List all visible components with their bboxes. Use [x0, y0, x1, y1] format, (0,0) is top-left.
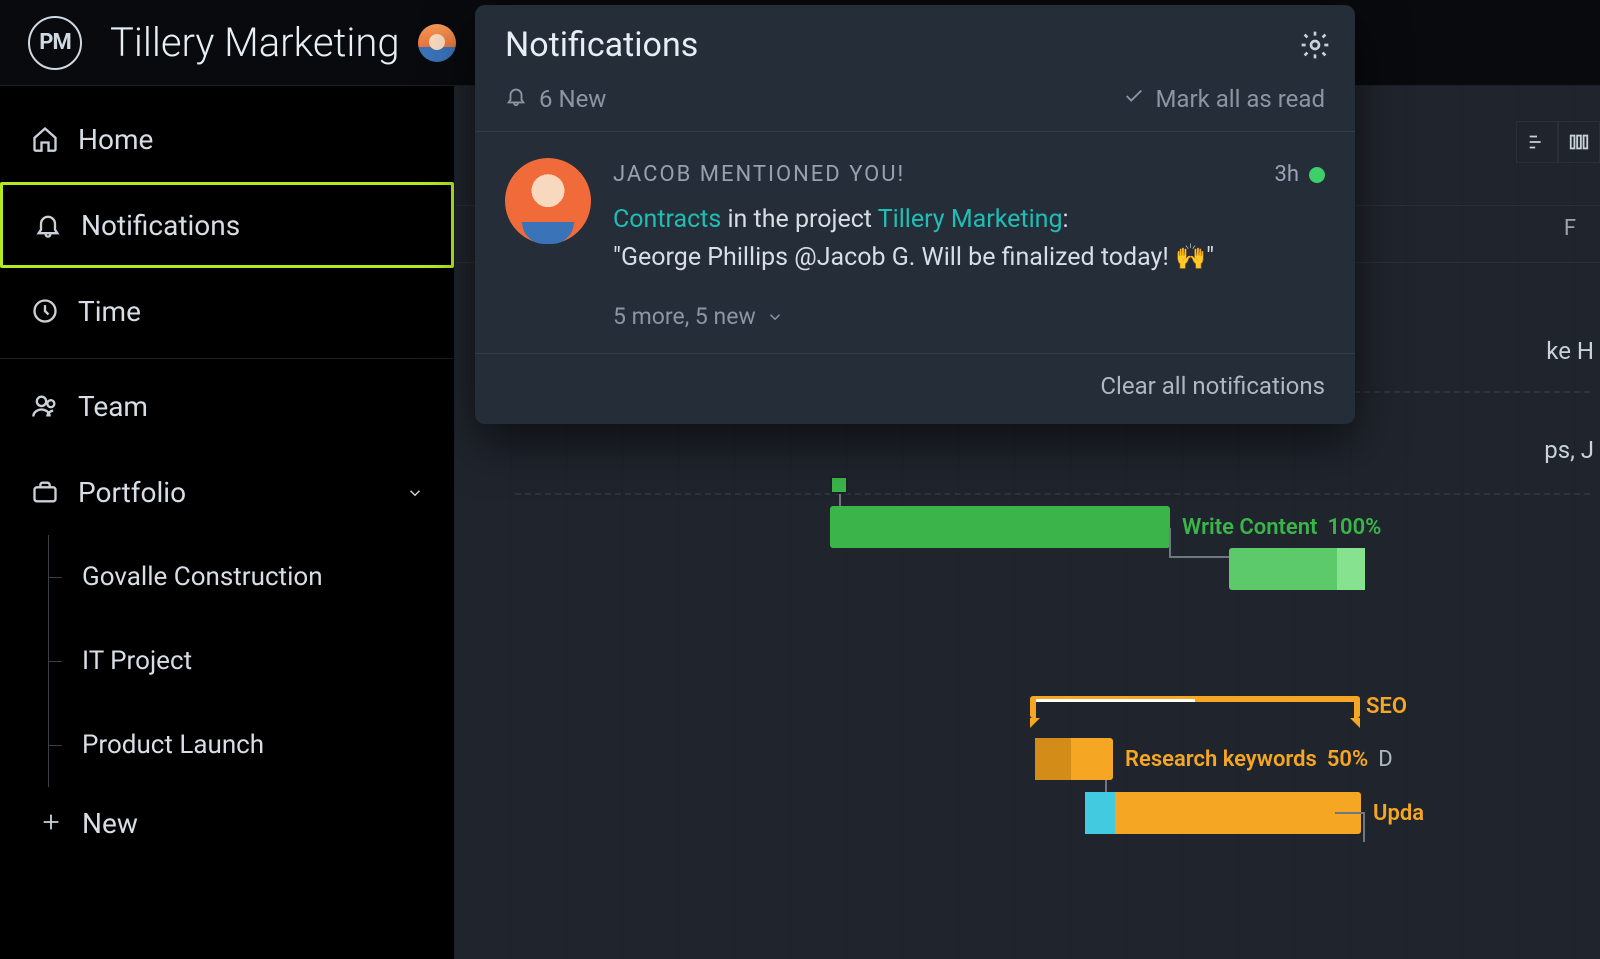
gantt-bar-update[interactable]: Upda [1085, 792, 1361, 834]
gantt-view-icon[interactable] [1516, 121, 1558, 163]
mark-all-read-button[interactable]: Mark all as read [1123, 85, 1325, 113]
nav-portfolio-label: Portfolio [78, 476, 186, 509]
nav-home-label: Home [78, 123, 153, 156]
notifications-header: Notifications [475, 5, 1355, 75]
clear-all-button[interactable]: Clear all notifications [475, 354, 1355, 424]
gantt-row-text: ke H [1546, 337, 1594, 365]
portfolio-subtree: Govalle Construction IT Project Product … [0, 535, 454, 787]
gantt-connector [1335, 812, 1365, 814]
nav-new-label: New [82, 807, 138, 840]
nav-time[interactable]: Time [0, 268, 454, 354]
portfolio-item-it[interactable]: IT Project [48, 619, 454, 703]
nav-home[interactable]: Home [0, 96, 454, 182]
team-icon [30, 391, 60, 421]
gantt-bar-write-content-group[interactable]: Write Content100% [830, 506, 1170, 548]
gantt-connector [1169, 528, 1171, 556]
notification-text: Contracts in the project Tillery Marketi… [613, 201, 1325, 239]
notification-task-link[interactable]: Contracts [613, 205, 721, 234]
bell-small-icon [505, 85, 527, 113]
milestone-marker[interactable] [830, 476, 848, 494]
portfolio-item-govalle[interactable]: Govalle Construction [48, 535, 454, 619]
portfolio-item-label: Govalle Construction [82, 562, 323, 592]
nav-team-label: Team [78, 390, 148, 423]
timeline-view-icon[interactable] [1558, 121, 1600, 163]
new-count-label: 6 New [539, 85, 606, 113]
nav-new[interactable]: New [0, 787, 454, 859]
plus-icon [40, 807, 62, 840]
gantt-connector [1363, 812, 1365, 842]
gantt-row-guide [515, 493, 1590, 507]
project-title: Tillery Marketing [110, 19, 400, 66]
assignee-avatar-small[interactable] [418, 24, 456, 62]
clock-icon [30, 296, 60, 326]
view-switch [1516, 121, 1600, 163]
notifications-subheader: 6 New Mark all as read [475, 75, 1355, 132]
home-icon [30, 124, 60, 154]
unread-dot-icon [1309, 167, 1325, 183]
gantt-bar-label: Upda [1361, 801, 1424, 826]
sidebar: Home Notifications Time Team Portf [0, 86, 455, 959]
nav-notifications-label: Notifications [81, 209, 240, 242]
gantt-bar-label: Research keywords50%D [1113, 747, 1393, 772]
bell-icon [33, 210, 63, 240]
mark-all-label: Mark all as read [1155, 85, 1325, 113]
notification-project-link[interactable]: Tillery Marketing [878, 205, 1063, 234]
notification-avatar [505, 158, 591, 244]
notification-body: "George Phillips @Jacob G. Will be final… [613, 239, 1325, 277]
gantt-row-text: ps, J [1544, 436, 1594, 464]
nav-team[interactable]: Team [0, 363, 454, 449]
gantt-bar-label: Write Content100% [1170, 515, 1381, 540]
gantt-bar-seo-summary[interactable]: SEO [1030, 696, 1360, 718]
notifications-title: Notifications [505, 25, 1325, 65]
notification-content: JACOB MENTIONED YOU! 3h Contracts in the… [613, 158, 1325, 335]
gantt-connector [1169, 556, 1229, 558]
gantt-day-header: F [1564, 216, 1576, 241]
gantt-bar-research-keywords[interactable]: Research keywords50%D [1035, 738, 1113, 780]
gantt-bar-label: SEO [1354, 694, 1407, 719]
nav-portfolio[interactable]: Portfolio [0, 449, 454, 535]
portfolio-item-product-launch[interactable]: Product Launch [48, 703, 454, 787]
notification-more-toggle[interactable]: 5 more, 5 new [613, 300, 1325, 335]
notification-item[interactable]: JACOB MENTIONED YOU! 3h Contracts in the… [475, 132, 1355, 354]
notifications-panel: Notifications 6 New Mark all as read JAC… [475, 5, 1355, 424]
notification-time: 3h [1275, 158, 1325, 191]
gear-icon[interactable] [1299, 29, 1331, 65]
notification-header-text: JACOB MENTIONED YOU! [613, 158, 905, 191]
check-icon [1123, 85, 1145, 113]
chevron-down-icon [406, 476, 424, 509]
nav-time-label: Time [78, 295, 141, 328]
portfolio-item-label: Product Launch [82, 730, 264, 760]
sidebar-divider [0, 358, 454, 359]
app-logo[interactable]: PM [28, 16, 82, 70]
nav-notifications[interactable]: Notifications [0, 182, 454, 268]
portfolio-item-label: IT Project [82, 646, 192, 676]
briefcase-icon [30, 477, 60, 507]
gantt-bar-write-content[interactable] [1229, 548, 1365, 590]
